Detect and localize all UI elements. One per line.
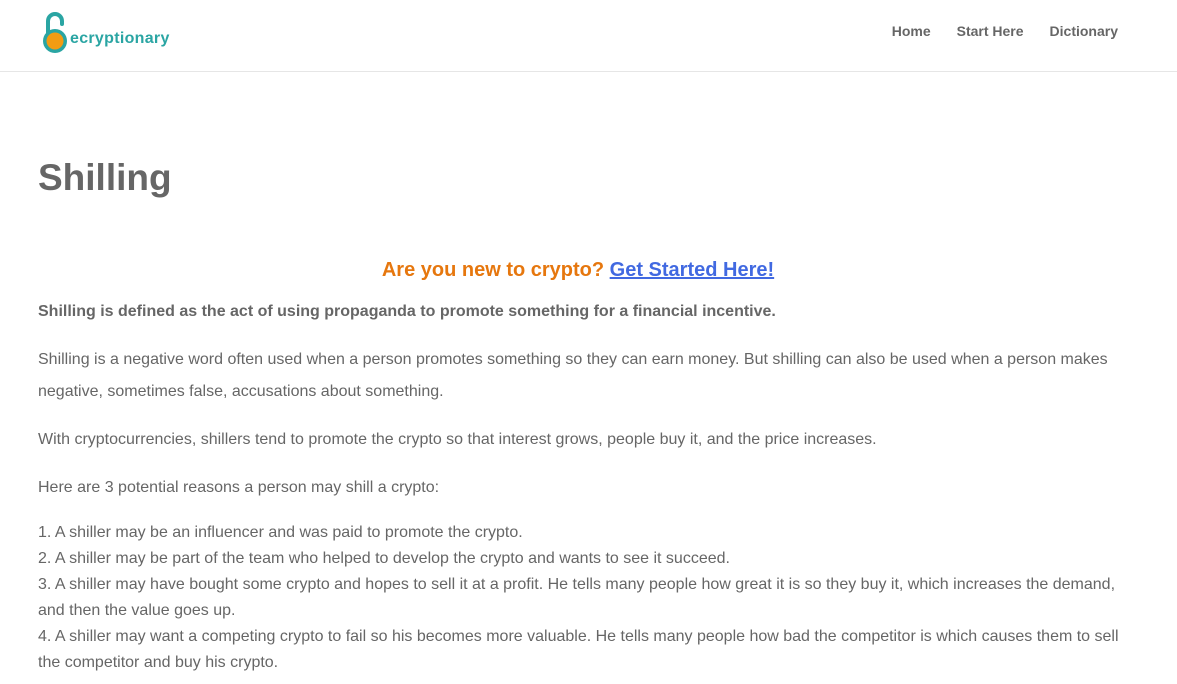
paragraph-crypto-shillers: With cryptocurrencies, shillers tend to … xyxy=(38,431,877,448)
cta-question: Are you new to crypto? xyxy=(381,259,610,281)
site-logo[interactable]: ecryptionary xyxy=(41,9,170,55)
nav-item-home[interactable]: Home xyxy=(892,23,931,39)
list-item: 3. A shiller may have bought some crypto… xyxy=(38,576,1116,619)
nav-item-dictionary[interactable]: Dictionary xyxy=(1050,23,1118,39)
list-item: 2. A shiller may be part of the team who… xyxy=(38,550,730,567)
main-nav: Home Start Here Dictionary xyxy=(892,23,1118,39)
site-header: ecryptionary Home Start Here Dictionary xyxy=(0,0,1177,72)
logo-text: ecryptionary xyxy=(70,30,170,47)
nav-item-start-here[interactable]: Start Here xyxy=(957,23,1024,39)
get-started-callout: Are you new to crypto? Get Started Here! xyxy=(38,259,1118,282)
page-title: Shilling xyxy=(38,157,172,198)
definition-lead: Shilling is defined as the act of using … xyxy=(38,303,776,320)
paragraph-negative-meaning: Shilling is a negative word often used w… xyxy=(38,351,1108,400)
reasons-list: 1. A shiller may be an influencer and wa… xyxy=(38,520,1123,676)
list-item: 4. A shiller may want a competing crypto… xyxy=(38,628,1119,671)
paragraph-reasons-intro: Here are 3 potential reasons a person ma… xyxy=(38,479,440,496)
padlock-logo-icon xyxy=(43,12,67,53)
get-started-link[interactable]: Get Started Here! xyxy=(610,259,775,281)
list-item: 1. A shiller may be an influencer and wa… xyxy=(38,524,523,541)
